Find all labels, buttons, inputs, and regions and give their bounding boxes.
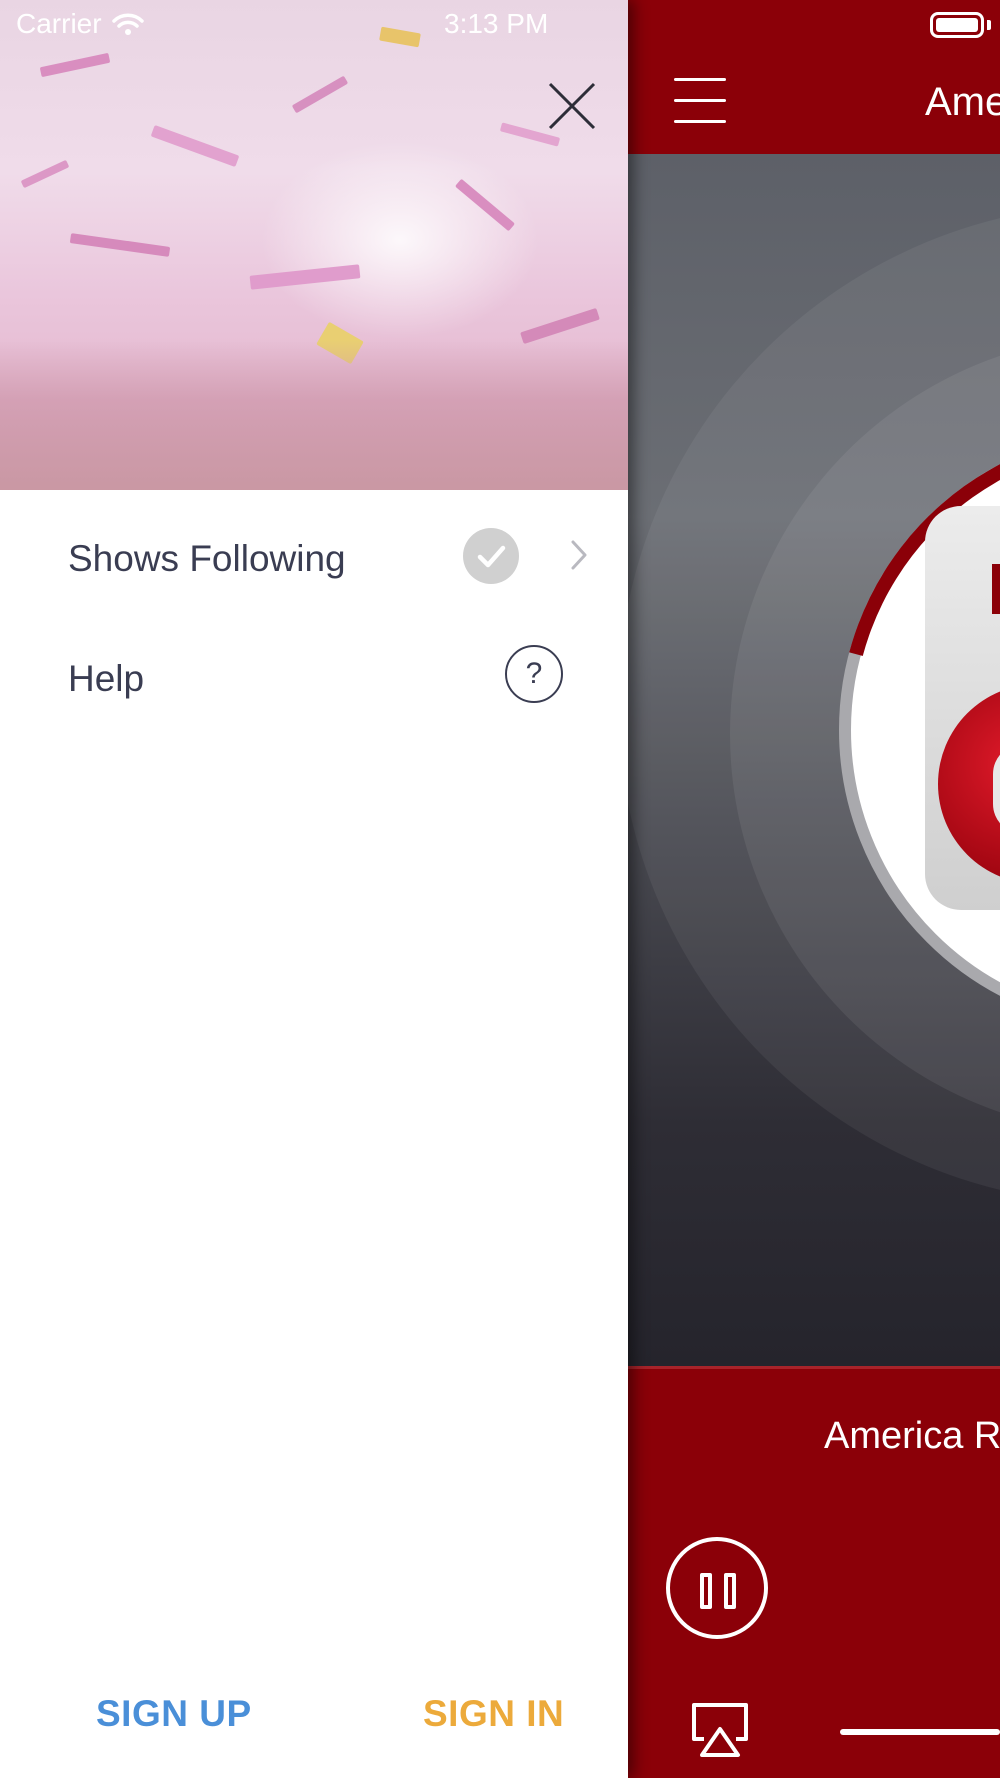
status-time: 3:13 PM — [444, 8, 549, 39]
confetti — [150, 124, 240, 168]
carrier-label: Carrier — [16, 8, 102, 39]
pause-icon[interactable] — [666, 1537, 768, 1639]
confetti — [39, 52, 111, 78]
navigation-bar: Ame — [628, 50, 1000, 154]
menu-item-label: Shows Following — [68, 538, 346, 579]
station-logo-mark — [992, 564, 1000, 614]
status-bar-right — [628, 0, 1000, 50]
menu-item-shows-following[interactable]: Shows Following — [0, 508, 628, 608]
player-screen: Ame America R — [628, 0, 1000, 1778]
volume-slider[interactable] — [840, 1729, 1000, 1735]
airplay-icon[interactable] — [688, 1699, 752, 1759]
station-artwork — [628, 154, 1000, 1366]
menu-item-label: Help — [68, 658, 145, 699]
confetti — [20, 159, 70, 189]
confetti — [379, 26, 421, 48]
side-drawer: Carrier 3:13 PM Shows Following Help ? S… — [0, 0, 628, 1778]
header-crowd — [0, 340, 628, 490]
status-bar-carrier: Carrier — [16, 8, 144, 40]
player-controls: America R — [628, 1366, 1000, 1778]
battery-icon — [930, 12, 984, 38]
question-mark-icon: ? — [505, 645, 563, 703]
battery-cap — [987, 20, 991, 30]
wifi-icon — [111, 13, 144, 35]
drawer-header-image: Carrier 3:13 PM — [0, 0, 628, 490]
sign-in-button[interactable]: SIGN IN — [423, 1693, 564, 1735]
sign-up-button[interactable]: SIGN UP — [96, 1693, 252, 1735]
confetti — [520, 307, 600, 345]
hamburger-menu-icon[interactable] — [674, 78, 726, 124]
menu-item-help[interactable]: Help ? — [0, 628, 628, 728]
checkmark-icon — [463, 528, 519, 584]
close-icon[interactable] — [546, 80, 598, 132]
confetti — [291, 75, 349, 114]
nav-title: Ame — [925, 80, 1000, 124]
chevron-right-icon — [571, 540, 587, 570]
header-light-glow — [260, 140, 540, 340]
now-playing-title: America R — [824, 1415, 1000, 1457]
confetti — [69, 233, 171, 257]
